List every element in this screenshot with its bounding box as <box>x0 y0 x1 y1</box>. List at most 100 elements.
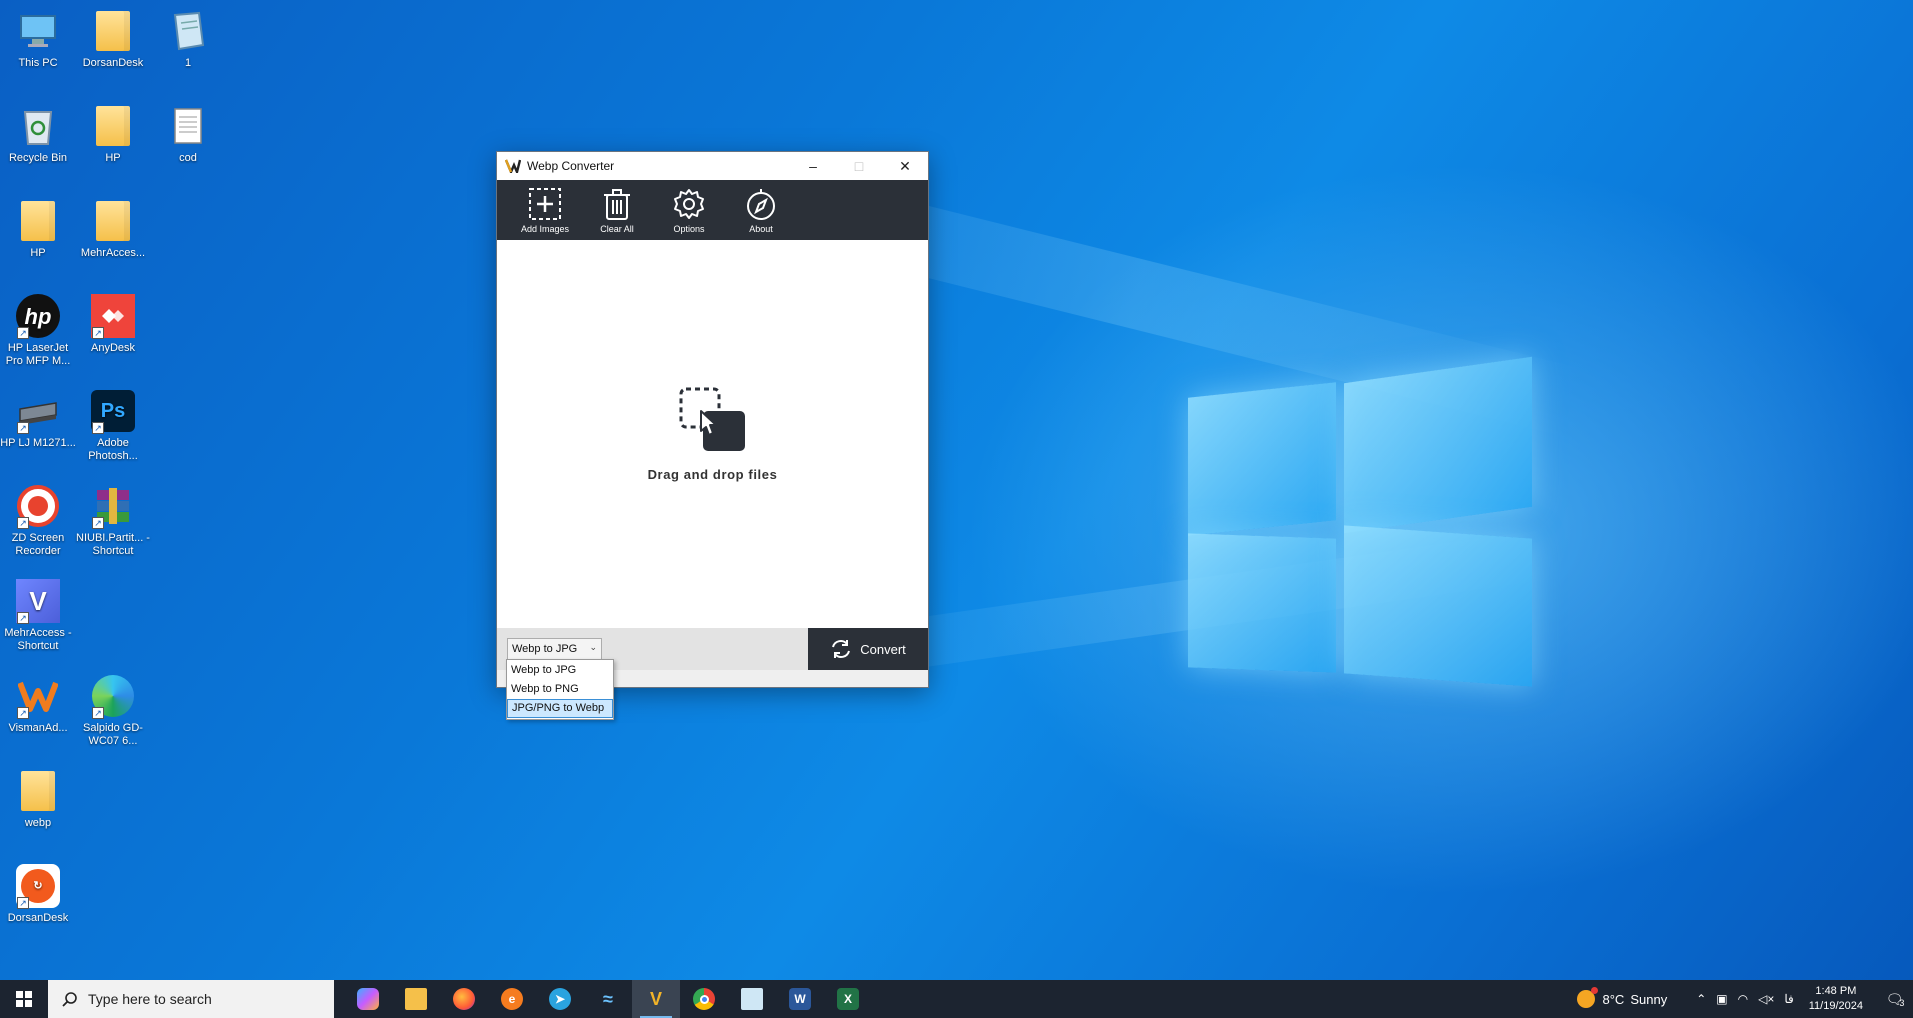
vismanad-icon: ↗ <box>15 673 61 719</box>
notepad-icon <box>165 8 211 54</box>
clear-all-button[interactable]: Clear All <box>581 180 653 240</box>
minimize-button[interactable]: – <box>790 152 836 180</box>
desktop-icon-label: This PC <box>18 57 58 69</box>
close-button[interactable]: ✕ <box>882 152 928 180</box>
desktop-icon-photoshop[interactable]: Ps ↗ Adobe Photosh... <box>75 388 151 463</box>
taskbar-orange-app[interactable]: e <box>488 980 536 1018</box>
excel-icon: X <box>837 988 859 1010</box>
desktop-icon-label: AnyDesk <box>90 342 136 354</box>
recycle-bin-icon <box>15 103 61 149</box>
trash-icon <box>604 188 630 220</box>
desktop-icon-niubi-partition[interactable]: ↗ NIUBI.Partit... - Shortcut <box>75 483 151 558</box>
desktop-icon-hp-laserjet[interactable]: hp ↗ HP LaserJet Pro MFP M... <box>0 293 76 368</box>
desktop-icon-anydesk[interactable]: ↗ AnyDesk <box>75 293 151 355</box>
weather-condition: Sunny <box>1630 991 1668 1007</box>
options-button[interactable]: Options <box>653 180 725 240</box>
taskbar-telegram[interactable]: ➤ <box>536 980 584 1018</box>
system-tray: 8°C Sunny ⌃ ▣ ◠ ◁× فا 1:48 PM 11/19/2024… <box>1576 980 1913 1018</box>
desktop-icon-1[interactable]: 1 <box>150 8 226 70</box>
windows-start-icon <box>16 991 32 1007</box>
notification-count: 3 <box>1899 998 1905 1008</box>
weather-widget[interactable]: 8°C Sunny <box>1576 987 1668 1008</box>
desktop-icon-label: HP LJ M1271... <box>0 437 76 449</box>
taskbar-apps: e ➤ ≈ V W X <box>344 980 872 1018</box>
app-wave-icon: ≈ <box>603 988 613 1009</box>
folder-icon <box>90 103 136 149</box>
desktop-icon-hp-folder[interactable]: HP <box>75 103 151 165</box>
about-button[interactable]: About <box>725 180 797 240</box>
desktop-icon-recycle-bin[interactable]: Recycle Bin <box>0 103 76 165</box>
desktop-icon-dorsandesk-app[interactable]: ↻ ↗ DorsanDesk <box>0 863 76 925</box>
search-icon <box>62 992 77 1007</box>
maximize-button[interactable]: □ <box>836 152 882 180</box>
windows-logo-wallpaper <box>1188 356 1538 700</box>
wifi-icon[interactable]: ◠ <box>1738 992 1748 1006</box>
desktop-icon-hp-lj-scanner[interactable]: ↗ HP LJ M1271... <box>0 388 76 450</box>
clear-all-label: Clear All <box>600 223 634 234</box>
meet-now-icon[interactable]: ▣ <box>1716 992 1727 1006</box>
taskbar-excel[interactable]: X <box>824 980 872 1018</box>
desktop-icon-cod[interactable]: cod <box>150 103 226 165</box>
winrar-icon: ↗ <box>90 483 136 529</box>
chevron-up-icon[interactable]: ⌃ <box>1696 992 1706 1006</box>
drop-zone[interactable]: Drag and drop files <box>497 240 928 628</box>
convert-label: Convert <box>860 641 906 657</box>
clock-time: 1:48 PM <box>1815 985 1857 997</box>
firefox-icon <box>453 988 475 1010</box>
desktop-icon-this-pc[interactable]: This PC <box>0 8 76 70</box>
add-image-icon <box>529 187 561 220</box>
desktop-icon-label: Recycle Bin <box>8 152 68 164</box>
clock[interactable]: 1:48 PM 11/19/2024 <box>1809 984 1863 1014</box>
mehraccess-icon: V ↗ <box>15 578 61 624</box>
desktop-icon-label: 1 <box>184 57 192 69</box>
taskbar-wave-app[interactable]: ≈ <box>584 980 632 1018</box>
desktop-icon-mehraccess-shortcut[interactable]: V ↗ MehrAccess - Shortcut <box>0 578 76 653</box>
chevron-down-icon: ⌄ <box>589 642 597 652</box>
taskbar-chrome[interactable] <box>680 980 728 1018</box>
taskbar-notepad[interactable] <box>728 980 776 1018</box>
desktop-icon-label: HP <box>105 152 121 164</box>
app-orange-icon: e <box>501 988 523 1010</box>
desktop-icon-mehraccess-folder[interactable]: MehrAcces... <box>75 198 151 260</box>
desktop-icon-label: Salpido GD-WC07 6... <box>83 722 143 747</box>
format-select[interactable]: Webp to JPG ⌄ <box>507 638 602 660</box>
chrome-icon <box>693 988 715 1010</box>
format-option-webp-to-jpg[interactable]: Webp to JPG <box>507 661 613 680</box>
desktop-icon-label: cod <box>179 152 197 164</box>
start-button[interactable] <box>0 980 48 1018</box>
about-label: About <box>749 223 773 234</box>
desktop-icon-label: NIUBI.Partit... - Shortcut <box>76 532 150 557</box>
volume-muted-icon[interactable]: ◁× <box>1758 992 1774 1006</box>
format-option-jpg-png-to-webp[interactable]: JPG/PNG to Webp <box>507 699 613 718</box>
desktop-icon-vismanad[interactable]: ↗ VismanAd... <box>0 673 76 735</box>
window-title: Webp Converter <box>527 159 615 173</box>
desktop-icon-dorsandesk-folder[interactable]: DorsanDesk <box>75 8 151 70</box>
app-logo-icon <box>505 159 521 173</box>
desktop-icon-label: DorsanDesk <box>7 912 69 924</box>
taskbar-firefox[interactable] <box>440 980 488 1018</box>
desktop-icon-label: DorsanDesk <box>82 57 144 69</box>
taskbar-file-explorer[interactable] <box>392 980 440 1018</box>
taskbar-webp-converter[interactable]: V <box>632 980 680 1018</box>
folder-icon <box>90 198 136 244</box>
gear-icon <box>674 188 704 219</box>
add-images-button[interactable]: Add Images <box>509 180 581 240</box>
desktop-icon-zd-screen-recorder[interactable]: ↗ ZD Screen Recorder <box>0 483 76 558</box>
desktop-icon-webp-folder[interactable]: webp <box>0 768 76 830</box>
taskbar-copilot[interactable] <box>344 980 392 1018</box>
folder-icon <box>15 768 61 814</box>
record-icon: ↗ <box>15 483 61 529</box>
notepad-icon <box>741 988 763 1010</box>
format-option-webp-to-png[interactable]: Webp to PNG <box>507 680 613 699</box>
desktop-icon-salpido[interactable]: ↗ Salpido GD-WC07 6... <box>75 673 151 748</box>
convert-button[interactable]: Convert <box>808 628 928 670</box>
drop-zone-text: Drag and drop files <box>647 466 778 482</box>
taskbar-search[interactable]: Type here to search <box>48 980 334 1018</box>
taskbar-word[interactable]: W <box>776 980 824 1018</box>
title-bar[interactable]: Webp Converter – □ ✕ <box>497 152 928 180</box>
desktop-icon-hp-folder-2[interactable]: HP <box>0 198 76 260</box>
language-indicator[interactable]: فا <box>1784 992 1793 1006</box>
toolbar: Add Images Clear All Options About <box>497 180 928 240</box>
clock-date: 11/19/2024 <box>1808 1000 1863 1012</box>
notification-center-button[interactable]: 🗨 3 <box>1877 980 1913 1018</box>
